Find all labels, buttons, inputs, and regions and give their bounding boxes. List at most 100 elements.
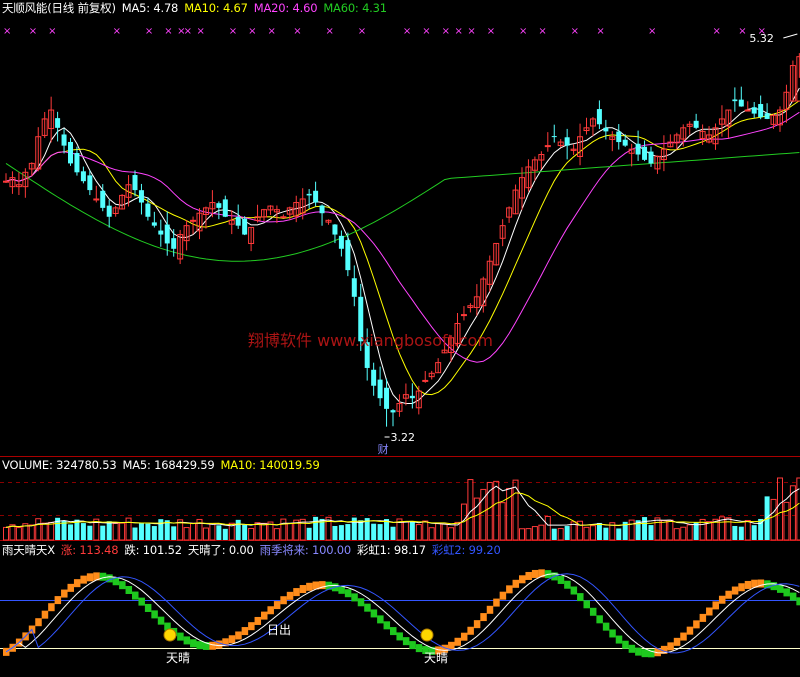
volume-bar xyxy=(583,526,590,541)
rainbow-block xyxy=(344,589,352,598)
rainbow-block xyxy=(157,616,165,625)
rainbow-block xyxy=(261,611,268,620)
signal-marker: × xyxy=(538,26,546,37)
candle-body xyxy=(151,222,157,226)
main-header: 天顺风能(日线 前复权) MA5: 4.78 MA10: 4.67 MA20: 4.6… xyxy=(2,0,393,16)
volume-bar xyxy=(358,520,364,540)
rainbow-block xyxy=(583,600,590,609)
rainbow-block xyxy=(41,610,49,619)
rainbow-block xyxy=(273,601,281,610)
signal-marker: × xyxy=(487,26,495,37)
rainbow-block xyxy=(615,635,623,644)
candle-body xyxy=(758,104,764,118)
signal-marker: × xyxy=(422,26,430,37)
rainbow-block xyxy=(86,573,94,582)
rainbow-block xyxy=(280,596,287,605)
candle-body xyxy=(68,141,73,164)
high-price-pointer xyxy=(783,33,798,39)
rainbow-block xyxy=(306,582,313,591)
volume-ma5-label: MA5: 168429.59 xyxy=(122,458,215,472)
rainbow-block xyxy=(151,610,158,619)
rainbow-block xyxy=(635,647,642,656)
rainbow-block xyxy=(641,649,649,658)
rainbow-block xyxy=(699,613,707,622)
volume-bar xyxy=(441,523,448,541)
rainbow-block xyxy=(506,585,513,594)
tianqing-label: 天晴 xyxy=(424,651,448,665)
volume-bar xyxy=(132,527,138,540)
volume-bar xyxy=(190,522,197,541)
rainbow-block xyxy=(383,621,391,630)
candle-body xyxy=(106,205,112,217)
volume-bar xyxy=(686,524,693,541)
volume-bar xyxy=(87,525,93,540)
rainbow-block xyxy=(777,584,784,593)
volume-bar xyxy=(261,522,267,541)
rainbow-block xyxy=(370,609,378,618)
signal-marker: × xyxy=(596,26,604,37)
rainbow-block xyxy=(209,641,216,650)
volume-bar xyxy=(422,520,429,541)
volume-bar xyxy=(551,528,557,540)
candle-body xyxy=(738,99,744,107)
signal-marker: × xyxy=(145,26,153,37)
candle-body xyxy=(377,379,383,399)
candle-body xyxy=(74,153,80,173)
candle-body xyxy=(345,240,351,271)
rainbow-block xyxy=(409,641,416,650)
rainbow-block xyxy=(706,607,713,616)
rainbow-block xyxy=(570,586,578,595)
rainbow-block xyxy=(796,597,800,606)
volume-bar xyxy=(654,517,661,541)
signal-marker: × xyxy=(184,26,192,37)
rainbow-block xyxy=(531,569,539,578)
candle-body xyxy=(87,175,93,191)
signal-marker: × xyxy=(403,26,411,37)
volume-bar xyxy=(603,527,609,540)
candle-body xyxy=(635,143,641,155)
candle-body xyxy=(164,224,170,244)
volume-bar xyxy=(100,525,106,540)
volume-bar xyxy=(499,502,506,541)
rainbow-block xyxy=(609,629,616,638)
candle-body xyxy=(544,145,551,148)
candle-body xyxy=(551,136,557,138)
rainbow-block xyxy=(693,620,700,629)
rainbow-block xyxy=(493,598,500,607)
low-price-label: 3.22 xyxy=(391,431,416,444)
volume-bar xyxy=(202,527,209,541)
signal-marker: × xyxy=(3,26,11,37)
volume-bar xyxy=(680,526,687,541)
candle-body xyxy=(460,314,467,317)
rainbow-block xyxy=(48,603,55,612)
volume-bar xyxy=(448,527,455,541)
signal-marker: × xyxy=(29,26,37,37)
rainbow-block xyxy=(286,591,294,600)
volume-bar xyxy=(280,518,287,541)
candle-body xyxy=(596,109,602,125)
volume-bar xyxy=(48,521,55,541)
rainbow-block xyxy=(144,603,152,612)
volume-bar xyxy=(725,517,732,541)
watermark-text: 翔博软件 www.xiangbosoft.com xyxy=(248,331,493,350)
candle-body xyxy=(764,113,770,119)
candle-body xyxy=(603,127,609,132)
volume-bar xyxy=(544,515,551,541)
volume-bar xyxy=(332,526,338,540)
rainbow-block xyxy=(80,575,87,584)
candle-body xyxy=(422,379,429,382)
volume-bar xyxy=(435,522,442,541)
rainbow-block xyxy=(499,591,507,600)
rainbow-block xyxy=(138,597,145,606)
volume-bar xyxy=(15,527,22,541)
chart-canvas[interactable]: × × × × × × ×× × × × × × × × × × × × × × × × × × × × × ×5.323.22财翔博… xyxy=(0,0,800,677)
volume-bar xyxy=(525,528,532,541)
candle-body xyxy=(216,203,222,208)
rainbow-block xyxy=(351,593,358,602)
rainbow-block xyxy=(377,615,384,624)
rainbow-block xyxy=(248,622,255,631)
rainbow-block xyxy=(622,640,629,649)
rainbow-block xyxy=(789,592,797,601)
volume-bar xyxy=(286,523,293,541)
volume-bar xyxy=(589,525,596,541)
